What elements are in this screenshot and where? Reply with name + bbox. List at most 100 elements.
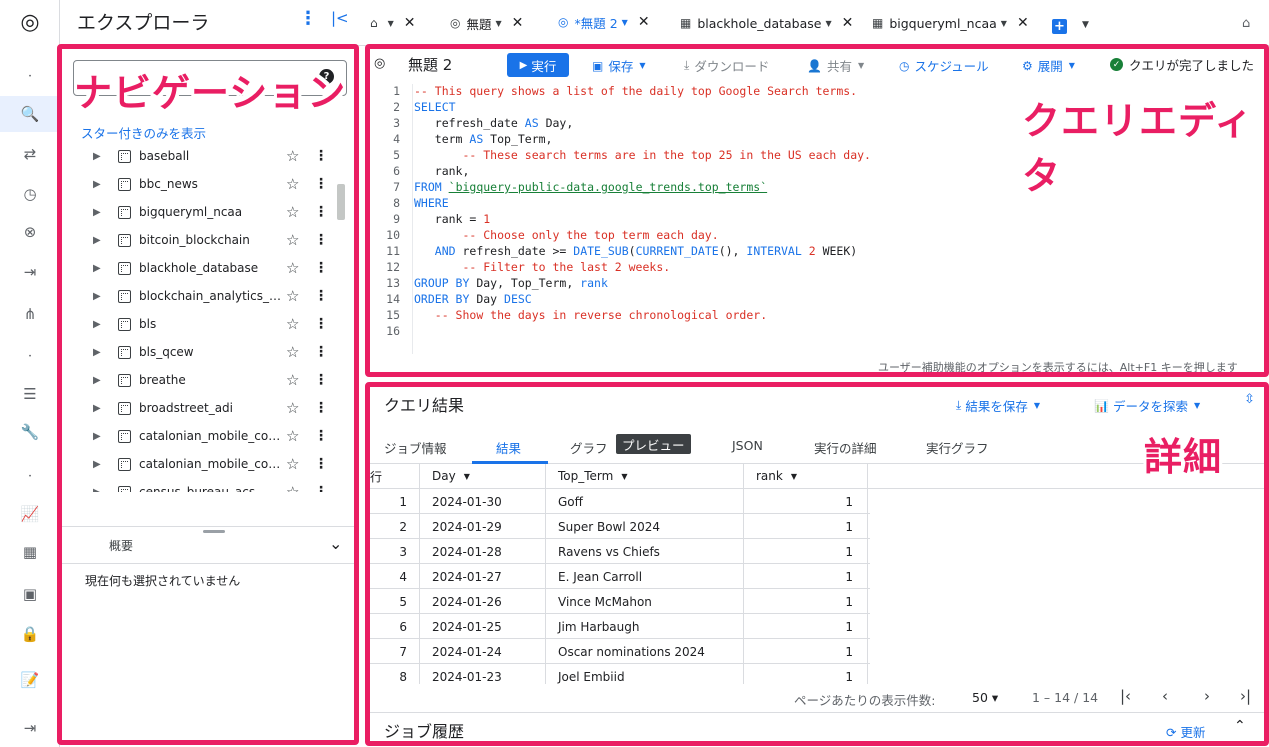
explore-data-button[interactable]: 📊 データを探索 ▼: [1094, 396, 1200, 415]
dataset-row[interactable]: ▶ blackhole_database ☆ ⋮: [61, 254, 357, 282]
close-icon[interactable]: ✕: [1017, 15, 1029, 31]
editor-tab[interactable]: ▦ bigqueryml_ncaa ▼ ✕: [872, 0, 1032, 46]
editor-tab[interactable]: ◎ 無題 ▼ ✕: [450, 0, 542, 46]
caret-down-icon[interactable]: ▼: [388, 19, 394, 28]
transfer-icon[interactable]: ⇄: [0, 136, 60, 172]
more-vert-icon[interactable]: ⋮: [314, 260, 328, 276]
dataset-row[interactable]: ▶ bigqueryml_ncaa ☆ ⋮: [61, 198, 357, 226]
results-tab[interactable]: ジョブ情報: [384, 438, 447, 457]
editor-tab[interactable]: ▦ blackhole_database ▼ ✕: [680, 0, 856, 46]
star-icon[interactable]: ☆: [286, 231, 299, 249]
more-vert-icon[interactable]: ⋮: [314, 484, 328, 492]
results-tab[interactable]: 結果: [496, 438, 521, 457]
new-tab-plus-icon[interactable]: +: [1052, 19, 1067, 34]
show-starred-only-link[interactable]: スター付きのみを表示: [81, 123, 206, 142]
dataset-row[interactable]: ▶ catalonian_mobile_cover... ☆ ⋮: [61, 450, 357, 478]
star-icon[interactable]: ☆: [286, 343, 299, 361]
lock-icon[interactable]: 🔒: [0, 616, 60, 652]
close-icon[interactable]: ✕: [842, 15, 854, 31]
star-icon[interactable]: ☆: [286, 147, 299, 165]
download-button[interactable]: ⤓ ダウンロード: [684, 56, 769, 75]
deploy-button[interactable]: ⚙ 展開 ▼: [1022, 56, 1075, 75]
star-icon[interactable]: ☆: [286, 455, 299, 473]
resize-handle[interactable]: [203, 530, 225, 533]
more-vert-icon[interactable]: ⋮: [314, 176, 328, 192]
expand-arrow-icon[interactable]: ▶: [93, 487, 101, 493]
star-icon[interactable]: ☆: [286, 315, 299, 333]
caret-down-icon[interactable]: ▼: [622, 18, 628, 27]
chart-icon[interactable]: 📈: [0, 496, 60, 532]
collapse-panel-icon[interactable]: |<: [331, 9, 349, 27]
tree-scrollbar[interactable]: [337, 184, 345, 220]
dataset-row[interactable]: ▶ bls_qcew ☆ ⋮: [61, 338, 357, 366]
star-icon[interactable]: ☆: [286, 203, 299, 221]
pipeline-icon[interactable]: ⇥: [0, 254, 60, 290]
chevron-down-icon[interactable]: ⌄: [329, 534, 342, 553]
refresh-button[interactable]: ⟳ 更新: [1166, 722, 1205, 741]
caret-down-icon[interactable]: ▼: [1001, 19, 1007, 28]
dataset-row[interactable]: ▶ broadstreet_adi ☆ ⋮: [61, 394, 357, 422]
results-tab[interactable]: 実行グラフ: [926, 438, 989, 457]
star-icon[interactable]: ☆: [286, 259, 299, 277]
save-results-button[interactable]: ⤓ 結果を保存 ▼: [956, 396, 1040, 415]
first-page-icon[interactable]: |‹: [1120, 687, 1131, 705]
more-vert-icon[interactable]: ⋮: [314, 204, 328, 220]
graph-icon[interactable]: ⋔: [0, 296, 60, 332]
more-vert-icon[interactable]: ⋮: [314, 344, 328, 360]
expand-arrow-icon[interactable]: ▶: [93, 431, 101, 442]
expand-rail-icon[interactable]: ⇥: [0, 710, 60, 746]
star-icon[interactable]: ☆: [286, 483, 299, 492]
wrench-icon[interactable]: 🔧: [0, 414, 60, 450]
table-icon[interactable]: ▣: [0, 576, 60, 612]
more-vert-icon[interactable]: ⋮: [314, 372, 328, 388]
caret-down-icon[interactable]: ▼: [825, 19, 831, 28]
close-icon[interactable]: ✕: [512, 15, 524, 31]
dataset-row[interactable]: ▶ breathe ☆ ⋮: [61, 366, 357, 394]
save-button[interactable]: ▣ 保存 ▼: [592, 56, 646, 75]
column-header[interactable]: Top_Term ▼: [546, 464, 744, 489]
bigquery-logo-icon[interactable]: ◎: [0, 4, 60, 40]
more-vert-icon[interactable]: ⋮: [299, 8, 317, 29]
expand-arrow-icon[interactable]: ▶: [93, 207, 101, 218]
search-icon[interactable]: 🔍: [0, 96, 60, 132]
star-icon[interactable]: ☆: [286, 287, 299, 305]
sort-caret-icon[interactable]: ▼: [621, 472, 627, 481]
dataset-row[interactable]: ▶ bls ☆ ⋮: [61, 310, 357, 338]
new-tab-caret-icon[interactable]: ▼: [1082, 20, 1089, 30]
more-vert-icon[interactable]: ⋮: [314, 316, 328, 332]
history-icon[interactable]: ◷: [0, 176, 60, 212]
expand-arrow-icon[interactable]: ▶: [93, 151, 101, 162]
prev-page-icon[interactable]: ‹: [1162, 687, 1168, 705]
results-tab[interactable]: JSON: [732, 438, 763, 453]
dataset-row[interactable]: ▶ bitcoin_blockchain ☆ ⋮: [61, 226, 357, 254]
more-vert-icon[interactable]: ⋮: [314, 232, 328, 248]
page-size-select[interactable]: 50 ▾: [972, 690, 998, 705]
chevron-up-icon[interactable]: ⌃: [1234, 718, 1246, 734]
more-vert-icon[interactable]: ⋮: [314, 288, 328, 304]
dataset-row[interactable]: ▶ catalonian_mobile_cover... ☆ ⋮: [61, 422, 357, 450]
results-tab[interactable]: 実行の詳細: [814, 438, 877, 457]
expand-arrow-icon[interactable]: ▶: [93, 375, 101, 386]
results-tab[interactable]: グラフ: [570, 438, 608, 457]
expand-arrow-icon[interactable]: ▶: [93, 403, 101, 414]
more-vert-icon[interactable]: ⋮: [314, 148, 328, 164]
dataset-row[interactable]: ▶ blockchain_analytics_et... ☆ ⋮: [61, 282, 357, 310]
expand-arrow-icon[interactable]: ▶: [93, 263, 101, 274]
more-vert-icon[interactable]: ⋮: [314, 400, 328, 416]
sort-caret-icon[interactable]: ▼: [464, 472, 470, 481]
star-icon[interactable]: ☆: [286, 427, 299, 445]
expand-arrow-icon[interactable]: ▶: [93, 319, 101, 330]
star-icon[interactable]: ☆: [286, 175, 299, 193]
more-vert-icon[interactable]: ⋮: [314, 428, 328, 444]
dataset-row[interactable]: ▶ bbc_news ☆ ⋮: [61, 170, 357, 198]
expand-arrow-icon[interactable]: ▶: [93, 291, 101, 302]
star-icon[interactable]: ☆: [286, 371, 299, 389]
analytics-hub-icon[interactable]: ⊗: [0, 214, 60, 250]
close-icon[interactable]: ✕: [638, 14, 650, 30]
editor-tab[interactable]: ◎ *無題 2 ▼ ✕: [558, 0, 670, 46]
expand-arrow-icon[interactable]: ▶: [93, 459, 101, 470]
run-button[interactable]: ▶ 実行: [507, 53, 569, 77]
close-icon[interactable]: ✕: [404, 15, 416, 31]
dataset-row[interactable]: ▶ baseball ☆ ⋮: [61, 142, 357, 170]
schedule-button[interactable]: ◷ スケジュール: [899, 56, 989, 75]
